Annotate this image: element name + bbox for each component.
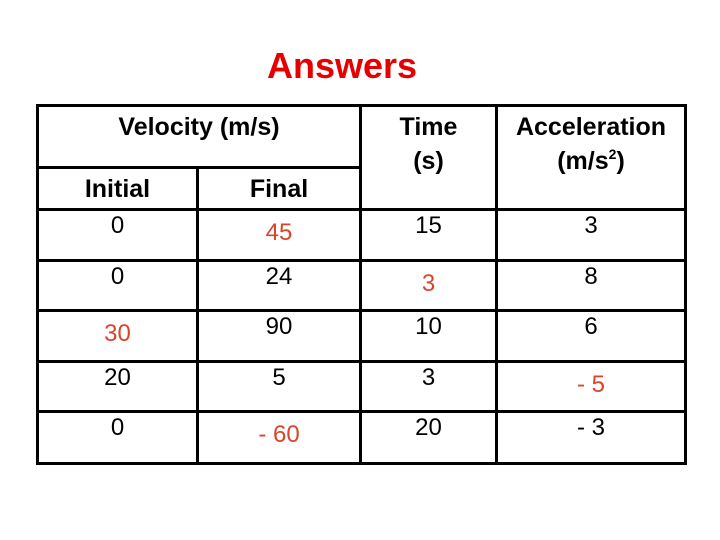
header-acceleration-unit: (m/s2) <box>498 146 684 176</box>
cell-final: 24 <box>265 263 293 290</box>
cell-initial-answer: 30 <box>104 320 131 347</box>
header-initial: Initial <box>84 175 151 203</box>
table-border-right <box>684 104 687 465</box>
cell-final: 90 <box>265 313 293 340</box>
header-acceleration-label: Acceleration <box>515 113 667 141</box>
velocity-divider <box>36 166 362 169</box>
header-time-label: Time <box>399 113 458 141</box>
cell-acceleration: 6 <box>584 313 598 340</box>
cell-time-answer: 3 <box>421 270 436 297</box>
header-acceleration: Acceleration (m/s2) <box>498 112 684 176</box>
cell-time: 10 <box>415 313 442 340</box>
cell-initial: 0 <box>110 263 125 290</box>
cell-initial: 0 <box>110 212 125 239</box>
header-time-unit: (s) <box>413 147 444 175</box>
header-time: Time (s) <box>362 112 495 176</box>
cell-time: 3 <box>421 364 436 391</box>
cell-final-answer: 45 <box>265 219 293 246</box>
cell-acceleration: 3 <box>584 212 598 239</box>
unit-suffix: ) <box>616 147 625 175</box>
header-final: Final <box>249 175 309 203</box>
page-title: Answers <box>266 45 418 86</box>
cell-time: 15 <box>415 212 442 239</box>
cell-time: 20 <box>415 414 442 441</box>
cell-final: 5 <box>272 364 286 391</box>
cell-initial: 20 <box>104 364 131 391</box>
cell-acceleration: 8 <box>584 263 598 290</box>
cell-acceleration-answer: - 5 <box>576 371 605 398</box>
unit-prefix: (m/s <box>557 147 609 175</box>
cell-acceleration: - 3 <box>576 414 605 441</box>
header-velocity: Velocity (m/s) <box>118 113 280 141</box>
cell-initial: 0 <box>110 414 125 441</box>
cell-final-answer: - 60 <box>258 421 300 448</box>
